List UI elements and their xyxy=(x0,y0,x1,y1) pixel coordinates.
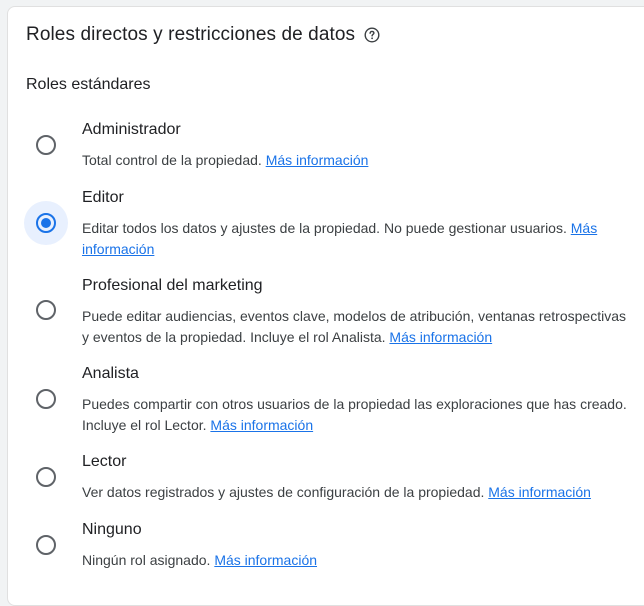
role-description: Ningún rol asignado. Más información xyxy=(82,550,627,571)
radio-administrador[interactable] xyxy=(24,123,68,167)
more-info-link[interactable]: Más información xyxy=(266,152,369,168)
role-description-text: Total control de la propiedad. xyxy=(82,152,262,168)
role-description: Editar todos los datos y ajustes de la p… xyxy=(82,218,627,259)
role-name: Profesional del marketing xyxy=(82,277,263,294)
role-name: Administrador xyxy=(82,121,181,138)
role-description-text: Puede editar audiencias, eventos clave, … xyxy=(82,308,626,345)
role-description-text: Ningún rol asignado. xyxy=(82,552,211,568)
role-name: Ninguno xyxy=(82,521,142,538)
radio-circle-icon xyxy=(36,535,56,555)
role-description-text: Editar todos los datos y ajustes de la p… xyxy=(82,220,567,236)
radio-lector[interactable] xyxy=(24,455,68,499)
more-info-link[interactable]: Más información xyxy=(389,329,492,345)
role-description-text: Puedes compartir con otros usuarios de l… xyxy=(82,396,627,433)
radio-editor[interactable] xyxy=(24,201,68,245)
role-description: Ver datos registrados y ajustes de confi… xyxy=(82,482,627,503)
more-info-link[interactable]: Más información xyxy=(214,552,317,568)
radio-circle-icon xyxy=(36,300,56,320)
radio-circle-icon xyxy=(36,389,56,409)
role-description: Total control de la propiedad. Más infor… xyxy=(82,150,627,171)
radio-analista[interactable] xyxy=(24,377,68,421)
more-info-link[interactable]: Más información xyxy=(210,417,313,433)
role-name: Editor xyxy=(82,189,124,206)
more-info-link[interactable]: Más información xyxy=(488,484,591,500)
role-name: Lector xyxy=(82,453,127,470)
radio-marketing[interactable] xyxy=(24,288,68,332)
card-header: Roles directos y restricciones de datos xyxy=(26,22,380,48)
radio-ninguno[interactable] xyxy=(24,523,68,567)
help-circle-icon[interactable] xyxy=(364,27,380,43)
role-description: Puede editar audiencias, eventos clave, … xyxy=(82,306,627,347)
role-description: Puedes compartir con otros usuarios de l… xyxy=(82,394,627,435)
radio-checked-icon xyxy=(36,213,56,233)
role-name: Analista xyxy=(82,365,139,382)
section-title: Roles estándares xyxy=(26,76,151,93)
role-description-text: Ver datos registrados y ajustes de confi… xyxy=(82,484,485,500)
card-title: Roles directos y restricciones de datos xyxy=(26,24,356,45)
radio-circle-icon xyxy=(36,135,56,155)
radio-circle-icon xyxy=(36,467,56,487)
